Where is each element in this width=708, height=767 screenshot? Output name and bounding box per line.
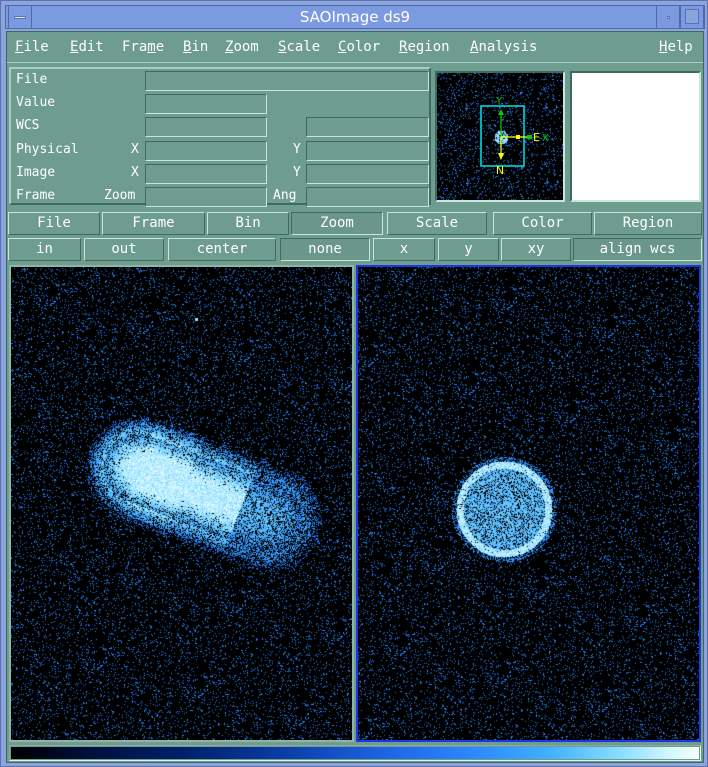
ang-label: Ang: [273, 188, 297, 203]
wcs-field-1: [145, 117, 267, 137]
compass-overlay: Y E X N: [480, 96, 549, 177]
value-field: [145, 94, 267, 114]
image-label: Image: [16, 165, 56, 180]
title-bar[interactable]: SAOImage ds9: [5, 5, 705, 29]
east-arrow-head-icon: [516, 135, 520, 139]
image-x-field: [145, 164, 267, 184]
info-panel: File Value WCS Physical Image Frame X X …: [9, 67, 431, 207]
frame-2-image[interactable]: [358, 267, 699, 740]
menu-region[interactable]: Region: [399, 39, 450, 55]
frame-1-image[interactable]: [11, 267, 352, 740]
physical-y-field: [306, 141, 429, 161]
compass-x-label: X: [542, 133, 549, 144]
physical-x-label: X: [131, 142, 139, 157]
minor-button-bar: in out center none x y xy align wcs: [7, 238, 703, 262]
minimize-icon: [667, 16, 670, 19]
menu-analysis[interactable]: Analysis: [470, 39, 537, 55]
button-zoom-out[interactable]: out: [84, 238, 164, 261]
wcs-field-2: [306, 117, 429, 137]
frame-zoom-field: [145, 187, 267, 207]
button-zoom-none[interactable]: none: [280, 238, 370, 261]
button-file[interactable]: File: [8, 212, 100, 235]
button-scale[interactable]: Scale: [387, 212, 487, 235]
colorbar[interactable]: [9, 745, 701, 761]
compass-n-label: N: [496, 164, 504, 177]
button-frame[interactable]: Frame: [102, 212, 205, 235]
wcs-label: WCS: [16, 118, 40, 133]
physical-label: Physical: [16, 142, 79, 157]
physical-x-field: [145, 141, 267, 161]
magnifier: [570, 71, 701, 202]
button-zoom-center[interactable]: center: [168, 238, 276, 261]
image-x-label: X: [131, 165, 139, 180]
menu-file[interactable]: File: [15, 39, 49, 55]
value-label: Value: [16, 95, 56, 110]
y-arrow-head-icon: [498, 109, 504, 115]
button-zoom-xy[interactable]: xy: [501, 238, 571, 261]
zoom-label: Zoom: [104, 188, 136, 203]
compass-y-label: Y: [495, 96, 503, 107]
north-arrow-head-icon: [498, 153, 504, 160]
menu-bin[interactable]: Bin: [183, 39, 208, 55]
maximize-button[interactable]: [680, 6, 704, 28]
physical-y-label: Y: [293, 142, 301, 157]
major-button-bar: File Frame Bin Zoom Scale Color Region: [7, 212, 703, 236]
panner[interactable]: Y E X N: [435, 71, 565, 202]
minimize-button[interactable]: [656, 6, 680, 28]
menu-edit[interactable]: Edit: [70, 39, 104, 55]
button-region[interactable]: Region: [594, 212, 702, 235]
menu-help[interactable]: Help: [659, 39, 693, 55]
menu-scale[interactable]: Scale: [278, 39, 320, 55]
frame-2[interactable]: [356, 265, 701, 742]
button-zoom-y[interactable]: y: [438, 238, 499, 261]
frame-label: Frame: [16, 188, 56, 203]
file-field: [145, 71, 429, 91]
button-zoom-in[interactable]: in: [8, 238, 81, 261]
app-body: File Edit Frame Bin Zoom Scale Color Reg…: [6, 31, 704, 763]
maximize-icon: [685, 9, 699, 24]
image-y-field: [306, 164, 429, 184]
frame-ang-field: [306, 187, 429, 207]
colorbar-gradient: [11, 747, 699, 759]
x-arrow-head-icon: [527, 135, 532, 139]
image-y-label: Y: [293, 165, 301, 180]
menu-zoom[interactable]: Zoom: [225, 39, 259, 55]
button-zoom-x[interactable]: x: [373, 238, 435, 261]
compass-e-label: E: [533, 131, 540, 144]
button-zoom[interactable]: Zoom: [291, 212, 383, 235]
button-color[interactable]: Color: [493, 212, 592, 235]
menubar: File Edit Frame Bin Zoom Scale Color Reg…: [7, 32, 703, 63]
menu-frame[interactable]: Frame: [122, 39, 164, 55]
ds9-window: SAOImage ds9 File Edit Frame Bin Zoom Sc…: [0, 0, 708, 767]
frame-1[interactable]: [9, 265, 354, 742]
window-title: SAOImage ds9: [299, 8, 411, 26]
file-label: File: [16, 72, 48, 87]
button-bin[interactable]: Bin: [207, 212, 289, 235]
button-align-wcs[interactable]: align wcs: [573, 238, 702, 261]
menu-color[interactable]: Color: [338, 39, 380, 55]
